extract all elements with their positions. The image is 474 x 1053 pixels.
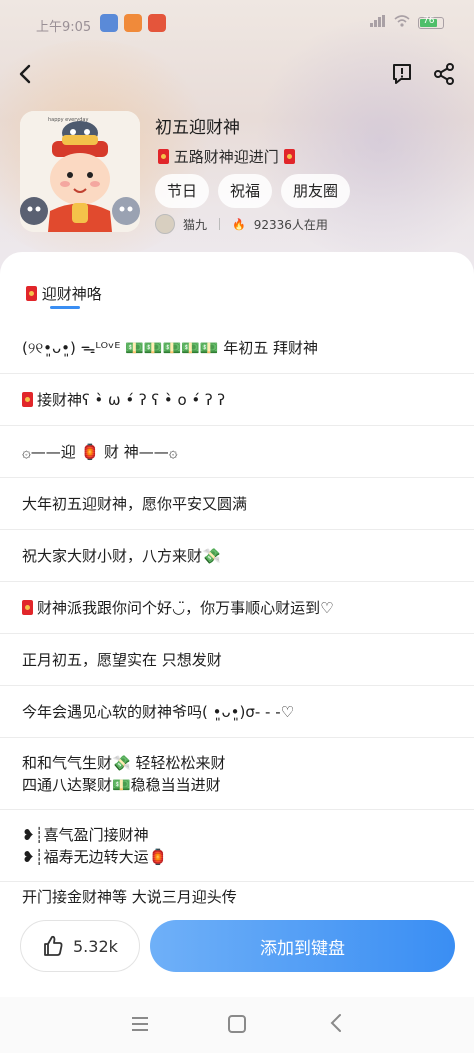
share-button[interactable]	[432, 62, 456, 86]
pack-subtitle: 五路财神迎进门	[158, 146, 295, 167]
phrase-row[interactable]: 接财神ʕ •̀ ω •́ ʔ ʕ •̀ o •́ ʔ ʔ	[0, 374, 474, 426]
recent-apps-button[interactable]	[130, 1015, 150, 1033]
god-of-wealth-illustration: happy everyday	[20, 111, 140, 232]
red-envelope-icon	[26, 286, 37, 301]
red-envelope-icon	[283, 149, 295, 164]
back-chevron-icon	[330, 1014, 341, 1032]
tag-festival[interactable]: 节日	[155, 174, 210, 208]
system-back-button[interactable]	[328, 1013, 346, 1033]
phrase-row[interactable]: 今年会遇见心软的财神爷吗( •͈ᴗ•͈)σ- - -♡	[0, 686, 474, 738]
wifi-icon	[394, 15, 410, 30]
phrase-list: (୨୧•͈ᴗ•͈) ᯓᴸᴼᵛᴱ 💵💵💵💵💵 年初五 拜财神接财神ʕ •̀ ω •…	[0, 322, 474, 912]
share-icon	[434, 63, 454, 85]
signal-icon	[370, 15, 386, 30]
phrase-text: 正月初五，愿望实在 只想发财	[22, 651, 222, 669]
thumbs-up-icon	[44, 935, 63, 956]
like-button[interactable]: 5.32k	[20, 920, 140, 972]
phrase-row[interactable]: 大年初五迎财神，愿你平安又圆满	[0, 478, 474, 530]
author-name[interactable]: 猫九	[183, 216, 207, 233]
bottom-action-bar: 5.32k 添加到键盘	[0, 905, 474, 997]
phrase-row[interactable]: ❥┊喜气盈门接财神 ❥┊福寿无边转大运🏮	[0, 810, 474, 882]
phrase-text: 大年初五迎财神，愿你平安又圆满	[22, 495, 248, 513]
phrase-text: 祝大家大财小财，八方来财💸	[22, 547, 221, 565]
report-icon	[393, 64, 411, 84]
section-tab[interactable]: 迎财神咯	[26, 283, 102, 304]
status-time: 上午9:05	[36, 20, 92, 35]
tag-blessing[interactable]: 祝福	[218, 174, 273, 208]
phrase-text: 和和气气生财💸 轻轻松松来财	[22, 754, 226, 772]
battery-icon: 76	[418, 16, 444, 29]
section-title: 迎财神咯	[41, 285, 102, 303]
phrase-text: ❥┊喜气盈门接财神	[22, 826, 149, 844]
fire-icon: 🔥	[232, 217, 246, 231]
back-button[interactable]	[14, 62, 38, 86]
app-notification-icon	[100, 14, 118, 32]
report-button[interactable]	[390, 62, 414, 86]
home-button[interactable]	[228, 1015, 246, 1033]
section-tab-indicator	[50, 306, 80, 309]
phrase-row[interactable]: 和和气气生财💸 轻轻松松来财 四通八达聚财💵稳稳当当进财	[0, 738, 474, 810]
red-envelope-icon	[22, 392, 33, 407]
pack-title: 初五迎财神	[155, 118, 240, 138]
taobao-notification-icon	[124, 14, 142, 32]
phrase-text: (୨୧•͈ᴗ•͈) ᯓᴸᴼᵛᴱ 💵💵💵💵💵 年初五 拜财神	[22, 339, 319, 357]
phrase-text: ❥┊福寿无边转大运🏮	[22, 848, 168, 866]
usage-count: 92336人在用	[253, 217, 328, 232]
tag-list: 节日 祝福 朋友圈	[155, 174, 351, 208]
shop-notification-icon	[148, 14, 166, 32]
red-envelope-icon	[158, 149, 169, 164]
phrase-text: 四通八达聚财💵稳稳当当进财	[22, 776, 221, 794]
phrase-row[interactable]: (୨୧•͈ᴗ•͈) ᯓᴸᴼᵛᴱ 💵💵💵💵💵 年初五 拜财神	[0, 322, 474, 374]
like-count: 5.32k	[73, 936, 118, 956]
back-arrow-icon	[19, 64, 31, 84]
phrase-text: 今年会遇见心软的财神爷吗( •͈ᴗ•͈)σ- - -♡	[22, 703, 295, 721]
pack-cover-image: happy everyday	[20, 111, 140, 232]
system-nav-bar	[0, 997, 474, 1053]
phrase-row[interactable]: 正月初五，愿望实在 只想发财	[0, 634, 474, 686]
phrase-text: 接财神ʕ •̀ ω •́ ʔ ʕ •̀ o •́ ʔ ʔ	[22, 389, 452, 411]
status-bar: 上午9:05 76	[0, 0, 474, 50]
status-icons: 76	[370, 15, 444, 30]
author-avatar[interactable]	[155, 214, 175, 234]
phrase-row[interactable]: ۞——迎 🏮 财 神——۞	[0, 426, 474, 478]
phrase-row[interactable]: 财神派我跟你问个好◡̈，你万事顺心财运到♡	[0, 582, 474, 634]
pack-subtitle-text: 五路财神迎进门	[173, 148, 279, 166]
red-envelope-icon	[22, 600, 33, 615]
phrase-text: ۞——迎 🏮 财 神——۞	[22, 443, 178, 461]
tag-moments[interactable]: 朋友圈	[281, 174, 351, 208]
phrase-row[interactable]: 祝大家大财小财，八方来财💸	[0, 530, 474, 582]
menu-icon	[132, 1017, 148, 1031]
author-row: 猫九 🔥 92336人在用	[155, 214, 328, 234]
add-to-keyboard-button[interactable]: 添加到键盘	[150, 920, 455, 972]
phrase-text: 财神派我跟你问个好◡̈，你万事顺心财运到♡	[22, 597, 452, 619]
